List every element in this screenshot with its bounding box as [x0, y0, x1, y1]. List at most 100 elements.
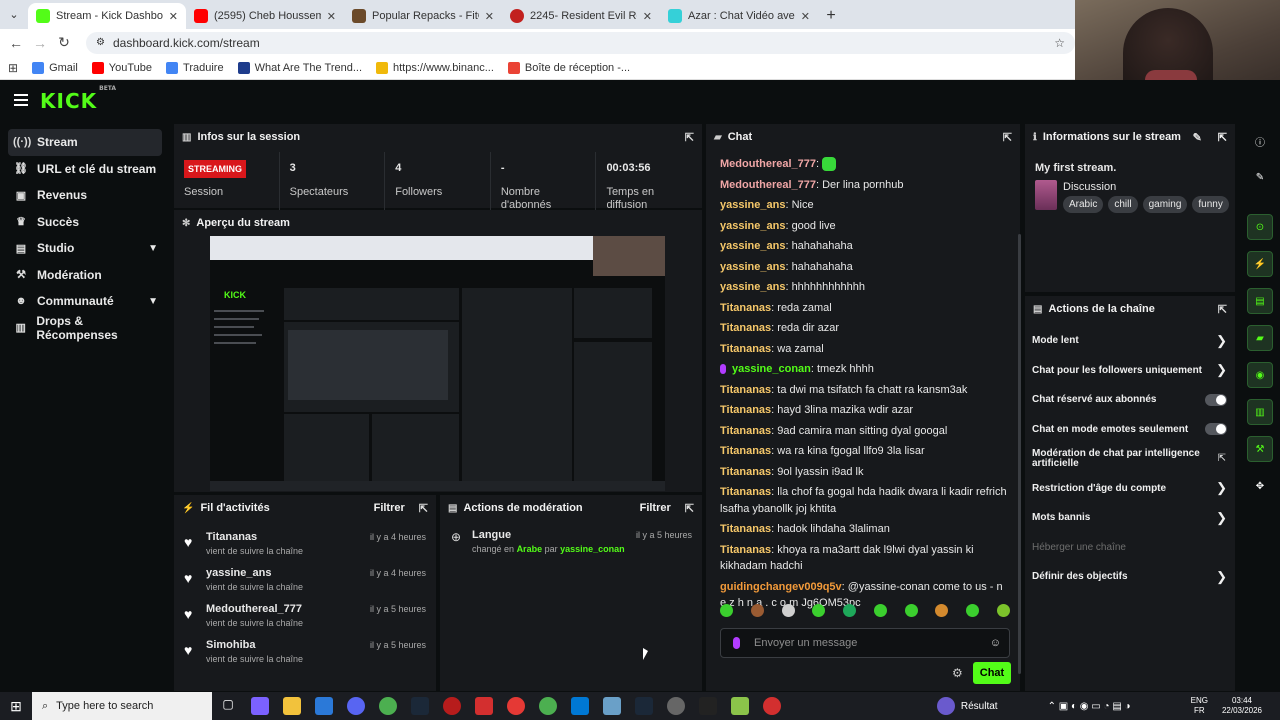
emote-icon[interactable]: [720, 604, 733, 617]
action-banned-words[interactable]: Mots bannis ❯: [1025, 503, 1235, 533]
clock[interactable]: 03:44 22/03/2026: [1222, 696, 1262, 716]
tab-fitgirl[interactable]: Popular Repacks - FitGirl Repac ✕: [344, 3, 502, 29]
bookmark-star-icon[interactable]: ☆: [1054, 36, 1065, 50]
broadcast-icon[interactable]: ◉: [1247, 362, 1273, 388]
chat-username[interactable]: Titananas: [720, 302, 771, 314]
copilot-icon[interactable]: [251, 697, 269, 715]
app-icon[interactable]: [443, 697, 461, 715]
taskbar-search[interactable]: ⌕ Type here to search: [32, 692, 212, 720]
chat-username[interactable]: Titananas: [720, 343, 771, 355]
sidebar-item-studio[interactable]: ▤ Studio ▼: [8, 235, 162, 262]
app-icon[interactable]: [507, 697, 525, 715]
chat-username[interactable]: yassine_conan: [732, 363, 811, 375]
stack-icon[interactable]: ▥: [1247, 399, 1273, 425]
close-tab-icon[interactable]: ✕: [169, 10, 178, 23]
chrome-icon[interactable]: [539, 697, 557, 715]
settings-icon[interactable]: [667, 697, 685, 715]
language-indicator[interactable]: ENG FR: [1191, 696, 1208, 716]
close-tab-icon[interactable]: ✕: [327, 10, 336, 23]
chat-username[interactable]: Titananas: [720, 322, 771, 334]
popout-icon[interactable]: ⇱: [1003, 131, 1012, 144]
chat-send-button[interactable]: Chat: [973, 662, 1011, 684]
chat-icon[interactable]: ▰: [1247, 325, 1273, 351]
chat-username[interactable]: Medouthereal_777: [720, 158, 816, 170]
desc-user[interactable]: yassine_conan: [560, 544, 625, 554]
emote-icon[interactable]: [904, 604, 918, 617]
emote-icon[interactable]: [843, 604, 857, 617]
close-tab-icon[interactable]: ✕: [485, 10, 494, 23]
forward-icon[interactable]: →: [28, 35, 52, 51]
chat-username[interactable]: Titananas: [720, 466, 771, 478]
steam-icon[interactable]: [635, 697, 653, 715]
bookmark-binance[interactable]: https://www.binanc...: [376, 61, 494, 74]
target-icon[interactable]: ⊙: [1247, 214, 1273, 240]
chat-username[interactable]: Titananas: [720, 445, 771, 457]
lightning-icon[interactable]: ⚡: [1247, 251, 1273, 277]
sidebar-item-revenue[interactable]: ▣ Revenus: [8, 182, 162, 209]
filter-button[interactable]: Filtrer: [374, 502, 405, 514]
back-icon[interactable]: ←: [4, 35, 28, 51]
chat-username[interactable]: guidingchangev009q5v: [720, 581, 842, 593]
vscode-icon[interactable]: [571, 697, 589, 715]
apps-grid-icon[interactable]: ⊞: [8, 61, 18, 75]
close-tab-icon[interactable]: ✕: [643, 10, 652, 23]
steam-icon[interactable]: [411, 697, 429, 715]
chat-message-input[interactable]: Envoyer un message ☺: [720, 628, 1010, 658]
app-icon[interactable]: [475, 697, 493, 715]
chat-username[interactable]: yassine_ans: [720, 281, 785, 293]
emoji-icon[interactable]: ☺: [990, 637, 1001, 649]
action-set-goals[interactable]: Définir des objectifs ❯: [1025, 562, 1235, 592]
new-tab-button[interactable]: +: [818, 3, 844, 29]
task-view-icon[interactable]: ▢: [219, 697, 237, 715]
action-age-restriction[interactable]: Restriction d'âge du compte ❯: [1025, 474, 1235, 504]
emote-icon[interactable]: [996, 604, 1010, 617]
gear-icon[interactable]: ⚙: [952, 666, 963, 680]
filter-button[interactable]: Filtrer: [640, 502, 671, 514]
mic-icon[interactable]: [733, 637, 740, 649]
bookmark-inbox[interactable]: Boîte de réception -...: [507, 61, 630, 74]
app-icon[interactable]: [603, 697, 621, 715]
chat-username[interactable]: Titananas: [720, 425, 771, 437]
action-ai-moderation[interactable]: Modération de chat par intelligence arti…: [1025, 444, 1235, 474]
tab-resident-evil[interactable]: 2245- Resident Evil Requiem: D ✕: [502, 3, 660, 29]
show-desktop[interactable]: [1274, 692, 1280, 720]
popout-icon[interactable]: ⇱: [1218, 131, 1227, 144]
action-followers-only[interactable]: Chat pour les followers uniquement ❯: [1025, 356, 1235, 386]
sidebar-item-stream-url[interactable]: ⛓ URL et clé du stream: [8, 156, 162, 183]
sidebar-item-moderation[interactable]: ⚒ Modération: [8, 262, 162, 289]
clipboard-icon[interactable]: ▤: [1247, 288, 1273, 314]
discord-icon[interactable]: [347, 697, 365, 715]
bookmark-traduire[interactable]: Traduire: [166, 61, 224, 74]
emote-icon[interactable]: [750, 604, 764, 617]
pencil-icon[interactable]: ✎: [1247, 164, 1273, 190]
tab-youtube[interactable]: (2595) Cheb Houssem Khatira l ✕: [186, 3, 344, 29]
wrench-icon[interactable]: ⚒: [1247, 436, 1273, 462]
store-icon[interactable]: [315, 697, 333, 715]
bookmark-trends[interactable]: What Are The Trend...: [237, 61, 362, 74]
subscribers-only-toggle[interactable]: [1205, 393, 1227, 406]
chat-username[interactable]: yassine_ans: [720, 199, 785, 211]
emote-icon[interactable]: [935, 604, 949, 617]
sidebar-item-community[interactable]: ☻ Communauté ▼: [8, 288, 162, 315]
emotes-only-toggle[interactable]: [1205, 423, 1227, 436]
close-tab-icon[interactable]: ✕: [801, 10, 810, 23]
obs-icon[interactable]: [763, 697, 781, 715]
site-info-icon[interactable]: ⚙: [96, 37, 105, 48]
chat-username[interactable]: yassine_ans: [720, 240, 785, 252]
chat-username[interactable]: Titananas: [720, 486, 771, 498]
sidebar-item-drops[interactable]: ▥ Drops & Récompenses: [8, 314, 162, 342]
popout-icon[interactable]: ⇱: [685, 131, 694, 144]
stream-preview-video[interactable]: KICK: [210, 236, 665, 491]
puzzle-icon[interactable]: ✥: [1247, 473, 1273, 499]
chat-username[interactable]: Titananas: [720, 544, 771, 556]
emote-icon[interactable]: [812, 604, 826, 617]
tray-icons[interactable]: ⌃ ▣ ◐ ◉ ▭ ◔ ▤ ◑: [1048, 701, 1131, 712]
tab-azar[interactable]: Azar : Chat Vidéo avec de nouv ✕: [660, 3, 818, 29]
tab-kick-dashboard[interactable]: Stream - Kick Dashboard ✕: [28, 3, 186, 29]
popout-icon[interactable]: ⇱: [419, 502, 428, 515]
info-icon[interactable]: ⓘ: [1247, 128, 1273, 154]
emote-icon[interactable]: [781, 604, 795, 617]
chat-username[interactable]: Titananas: [720, 404, 771, 416]
menu-icon[interactable]: [14, 94, 28, 106]
popout-icon[interactable]: ⇱: [1218, 303, 1227, 316]
